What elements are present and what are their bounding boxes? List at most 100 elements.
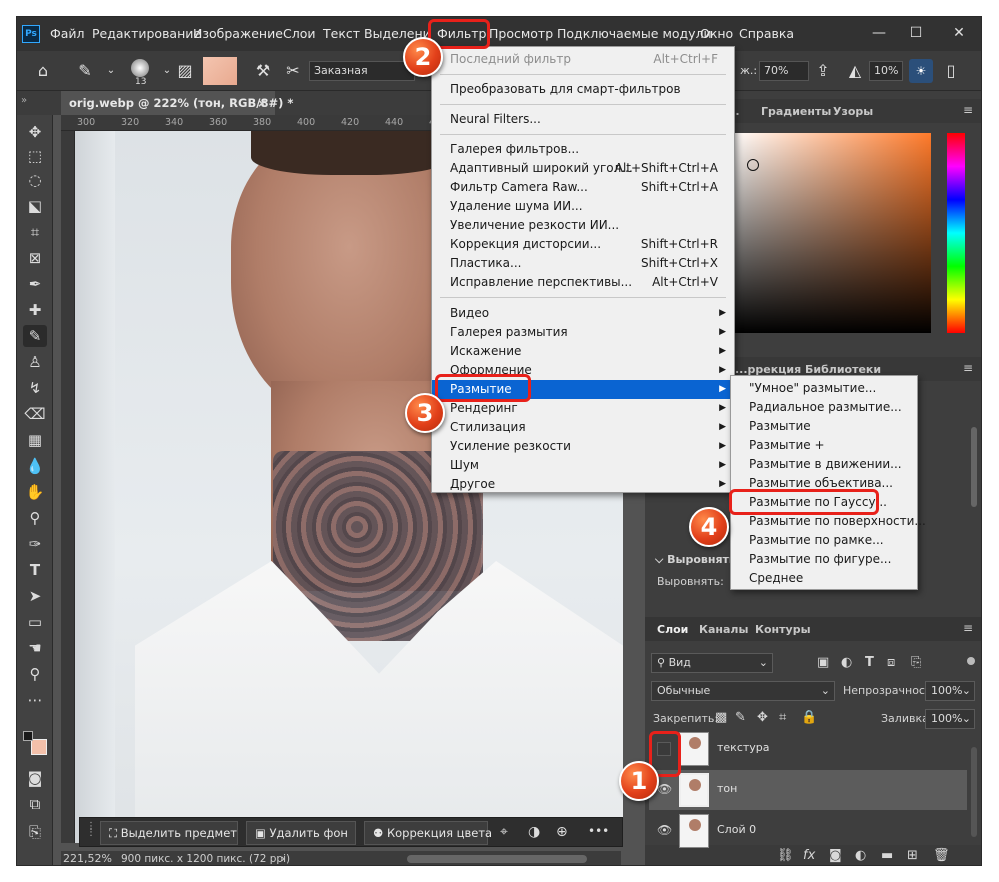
maximize-icon[interactable]: ☐ <box>904 22 928 44</box>
lock-pixels-icon[interactable]: ✎ <box>735 710 746 726</box>
menu-item-stylize[interactable]: Стилизация ▶ <box>432 418 734 437</box>
menu-item-ai-sharpen[interactable]: Увеличение резкости ИИ... <box>432 216 734 235</box>
sample-icon[interactable]: ✂ <box>281 59 305 83</box>
lasso-tool-icon[interactable]: ◌ <box>23 169 47 191</box>
smudge-icon[interactable]: ✋ <box>23 481 47 503</box>
quick-mask-icon[interactable]: ◙ <box>23 767 47 789</box>
color-correction-button[interactable]: ⚉ Коррекция цвета <box>364 821 492 845</box>
menu-item-blur-gallery[interactable]: Галерея размытия ▶ <box>432 323 734 342</box>
menu-window[interactable]: Окно <box>700 26 733 41</box>
align-section-title[interactable]: ⌵ Выровнять <box>655 553 736 567</box>
menu-item-sharpen[interactable]: Усиление резкости ▶ <box>432 437 734 456</box>
default-colors-icon[interactable] <box>23 731 33 741</box>
preset-dropdown[interactable]: Заказная <box>309 61 415 81</box>
tab-gradients[interactable]: Градиенты <box>761 105 831 118</box>
menu-image[interactable]: Изображение <box>193 26 283 41</box>
panel-menu-icon[interactable]: ≡ <box>963 103 973 117</box>
gradient-icon[interactable]: ▦ <box>23 429 47 451</box>
filter-adjustment-icon[interactable]: ◐ <box>841 655 852 671</box>
opacity-field[interactable]: 70% <box>759 61 809 81</box>
filter-pixel-icon[interactable]: ▣ <box>817 655 829 671</box>
layer-row-tone[interactable]: 👁 тон <box>649 770 967 810</box>
menu-item-shape-blur[interactable]: Размытие по фигуре... <box>731 550 917 569</box>
tab-close-icon[interactable]: × <box>257 91 267 115</box>
hand-tool-icon[interactable]: ☚ <box>23 637 47 659</box>
layer-row-texture[interactable]: текстура <box>649 729 967 769</box>
menu-item-other[interactable]: Другое ▶ <box>432 475 734 494</box>
pen-tool-icon[interactable]: ✑ <box>23 533 47 555</box>
type-tool-icon[interactable]: T <box>23 559 47 581</box>
menu-layers[interactable]: Слои <box>283 26 316 41</box>
object-select-icon[interactable]: ⬕ <box>23 195 47 217</box>
crop-tool-icon[interactable]: ⌗ <box>23 221 47 243</box>
eraser-icon[interactable]: ⌫ <box>23 403 47 425</box>
fill-field[interactable]: 100% ⌄ <box>925 709 975 729</box>
minimize-icon[interactable]: — <box>867 22 891 44</box>
pressure-icon[interactable]: ⇪ <box>811 59 835 83</box>
menu-item-box-blur[interactable]: Размытие по рамке... <box>731 531 917 550</box>
menu-item-average[interactable]: Среднее <box>731 569 917 588</box>
history-brush-icon[interactable]: ↯ <box>23 377 47 399</box>
menu-item-camera-raw[interactable]: Фильтр Camera Raw... Shift+Ctrl+A <box>432 178 734 197</box>
panel-menu-icon[interactable]: ≡ <box>963 621 973 635</box>
menu-item-neural-filters[interactable]: Neural Filters... <box>432 110 734 129</box>
panel-menu-icon[interactable]: ≡ <box>963 361 973 375</box>
frame-tool-icon[interactable]: ⊠ <box>23 247 47 269</box>
chevron-down-icon[interactable]: ⌄ <box>99 59 123 83</box>
menu-view[interactable]: Просмотр <box>489 26 553 41</box>
menu-plugins[interactable]: Подключаемые модули <box>557 26 712 41</box>
share-icon[interactable]: ⎘ <box>23 821 47 843</box>
color-picker-cursor[interactable] <box>747 159 759 171</box>
rectangle-tool-icon[interactable]: ▭ <box>23 611 47 633</box>
hue-slider[interactable] <box>947 133 965 333</box>
airbrush-icon[interactable]: ◭ <box>843 59 867 83</box>
layer-opacity-field[interactable]: 100% ⌄ <box>925 681 975 701</box>
remove-background-button[interactable]: ▣ Удалить фон <box>246 821 356 845</box>
select-subject-button[interactable]: ⛶ Выделить предмет <box>100 821 238 845</box>
path-select-icon[interactable]: ➤ <box>23 585 47 607</box>
healing-brush-icon[interactable]: ✚ <box>23 299 47 321</box>
foreground-color-swatch[interactable] <box>31 739 47 755</box>
blend-mode-dropdown[interactable]: Обычные ⌄ <box>651 681 835 701</box>
lock-transparent-icon[interactable]: ▩ <box>715 710 727 726</box>
tab-paths[interactable]: Контуры <box>755 623 811 636</box>
symmetry-icon[interactable]: ▯ <box>939 59 963 83</box>
lock-all-icon[interactable]: 🔒 <box>801 710 817 726</box>
menu-type[interactable]: Текст <box>323 26 360 41</box>
tab-patterns[interactable]: Узоры <box>833 105 873 118</box>
drag-handle-icon[interactable]: ⋮ ⋮ <box>86 822 96 842</box>
menu-item-video[interactable]: Видео ▶ <box>432 304 734 323</box>
layers-scrollbar[interactable] <box>971 747 977 837</box>
menu-item-smart-blur[interactable]: "Умное" размытие... <box>731 379 917 398</box>
brush-settings-icon[interactable]: ▨ <box>173 59 197 83</box>
menu-item-noise[interactable]: Шум ▶ <box>432 456 734 475</box>
menu-item-liquify[interactable]: Пластика... Shift+Ctrl+X <box>432 254 734 273</box>
eye-icon[interactable]: 👁 <box>657 823 672 837</box>
brush-tool-icon[interactable]: ✎ <box>23 325 47 347</box>
layer-row-layer0[interactable]: 👁 Слой 0 <box>649 811 967 851</box>
brush-tool-icon[interactable]: ✎ <box>73 59 97 83</box>
screen-mode-icon[interactable]: ⧉ <box>23 793 47 815</box>
menu-help[interactable]: Справка <box>739 26 794 41</box>
menu-item-motion-blur[interactable]: Размытие в движении... <box>731 455 917 474</box>
menu-item-smart-filters[interactable]: Преобразовать для смарт-фильтров <box>432 80 734 99</box>
menu-item-filter-gallery[interactable]: Галерея фильтров... <box>432 140 734 159</box>
menu-item-distort[interactable]: Искажение ▶ <box>432 342 734 361</box>
eyedropper-icon[interactable]: ✒ <box>23 273 47 295</box>
layer-filter-dropdown[interactable]: ⚲ Вид ⌄ <box>651 653 773 673</box>
filter-smart-icon[interactable]: ⎘ <box>911 655 921 671</box>
menu-item-vanishing-point[interactable]: Исправление перспективы... Alt+Ctrl+V <box>432 273 734 292</box>
menu-item-lens-correction[interactable]: Коррекция дисторсии... Shift+Ctrl+R <box>432 235 734 254</box>
zoom-level[interactable]: 221,52% <box>63 851 112 865</box>
filter-shape-icon[interactable]: ⧈ <box>887 655 895 671</box>
home-icon[interactable]: ⌂ <box>31 59 55 83</box>
clone-source-icon[interactable]: ⚒ <box>251 59 275 83</box>
move-tool-icon[interactable]: ✥ <box>23 121 47 143</box>
document-tab[interactable]: orig.webp @ 222% (тон, RGB/8#) * × <box>61 91 293 115</box>
panel-scrollbar[interactable] <box>971 427 977 507</box>
menu-item-adaptive-wide-angle[interactable]: Адаптивный широкий угол... Alt+Shift+Ctrl… <box>432 159 734 178</box>
more-options-icon[interactable]: ••• <box>588 824 609 838</box>
menu-item-last-filter[interactable]: Последний фильтр Alt+Ctrl+F <box>432 50 734 69</box>
generate-icon[interactable]: ⊕ <box>556 824 568 840</box>
adjustment-icon[interactable]: ◑ <box>528 824 540 840</box>
